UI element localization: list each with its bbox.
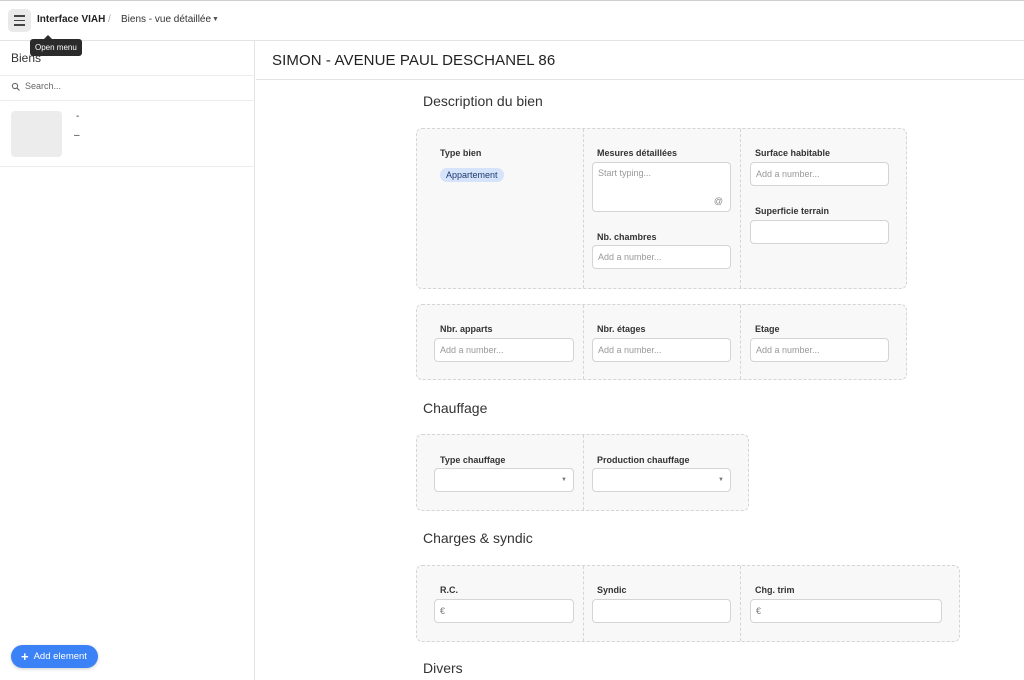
hamburger-icon <box>14 15 25 17</box>
search-icon <box>11 82 20 91</box>
chevron-down-icon: ▼ <box>561 477 567 483</box>
syndic-label: Syndic <box>597 585 627 595</box>
type-bien-label: Type bien <box>440 148 482 158</box>
nbr-etages-input[interactable] <box>592 338 731 362</box>
record-thumbnail <box>11 111 62 157</box>
add-element-label: Add element <box>33 651 87 662</box>
nbr-etages-label: Nbr. étages <box>597 324 646 334</box>
surface-habitable-label: Surface habitable <box>755 148 831 158</box>
chevron-down-icon: ▼ <box>718 477 724 483</box>
detail-view: SIMON - AVENUE PAUL DESCHANEL 86 Descrip… <box>256 41 1024 680</box>
menu-button[interactable] <box>8 9 31 32</box>
chevron-down-icon[interactable]: ▼ <box>212 16 219 23</box>
production-chauffage-select[interactable]: ▼ <box>592 468 731 492</box>
rc-input[interactable]: € <box>434 599 574 623</box>
surface-habitable-input[interactable] <box>750 162 889 186</box>
view-selector[interactable]: Biens - vue détaillée <box>121 14 211 25</box>
type-chauffage-select[interactable]: ▼ <box>434 468 574 492</box>
euro-icon: € <box>756 606 762 616</box>
record-title: - <box>76 111 80 122</box>
section-title-charges: Charges & syndic <box>423 530 533 546</box>
nb-chambres-input[interactable] <box>592 245 731 269</box>
etage-label: Etage <box>755 324 780 334</box>
section-title-chauffage: Chauffage <box>423 400 488 416</box>
section-title-divers: Divers <box>423 660 463 676</box>
list-item[interactable]: - – <box>0 101 255 167</box>
mesures-textarea[interactable]: Start typing... @ <box>592 162 731 212</box>
charges-panel: R.C. € Syndic Chg. trim € <box>416 565 960 642</box>
menu-tooltip: Open menu <box>30 35 82 56</box>
search-input[interactable] <box>25 81 225 91</box>
euro-icon: € <box>440 606 446 616</box>
syndic-input[interactable] <box>592 599 731 623</box>
section-title-description: Description du bien <box>423 93 543 109</box>
mesures-placeholder: Start typing... <box>598 168 652 178</box>
chg-trim-input[interactable]: € <box>750 599 942 623</box>
mesures-label: Mesures détaillées <box>597 148 678 158</box>
record-subtitle: – <box>74 130 80 141</box>
mention-icon[interactable]: @ <box>714 196 723 206</box>
building-panel: Nbr. apparts Nbr. étages Etage <box>416 304 907 380</box>
superficie-terrain-input[interactable] <box>750 220 889 244</box>
add-element-button[interactable]: + Add element <box>11 645 98 668</box>
nbr-apparts-label: Nbr. apparts <box>440 324 493 334</box>
plus-icon: + <box>21 649 29 664</box>
rc-label: R.C. <box>440 585 458 595</box>
page-title: SIMON - AVENUE PAUL DESCHANEL 86 <box>272 52 556 69</box>
divider <box>256 79 1024 80</box>
breadcrumb-separator: / <box>108 14 111 25</box>
nbr-apparts-input[interactable] <box>434 338 574 362</box>
production-chauffage-label: Production chauffage <box>597 455 690 465</box>
etage-input[interactable] <box>750 338 889 362</box>
chauffage-panel: Type chauffage ▼ Production chauffage ▼ <box>416 434 749 511</box>
sidebar: Biens - – + Add element <box>0 41 255 680</box>
type-chauffage-label: Type chauffage <box>440 455 506 465</box>
chg-trim-label: Chg. trim <box>755 585 795 595</box>
superficie-terrain-label: Superficie terrain <box>755 206 830 216</box>
top-bar: Interface VIAH / Biens - vue détaillée ▼ <box>0 0 1024 41</box>
divider <box>0 75 255 76</box>
nb-chambres-label: Nb. chambres <box>597 232 657 242</box>
app-title[interactable]: Interface VIAH <box>37 14 105 25</box>
description-panel: Type bien Appartement Mesures détaillées… <box>416 128 907 289</box>
type-bien-tag[interactable]: Appartement <box>440 168 504 182</box>
